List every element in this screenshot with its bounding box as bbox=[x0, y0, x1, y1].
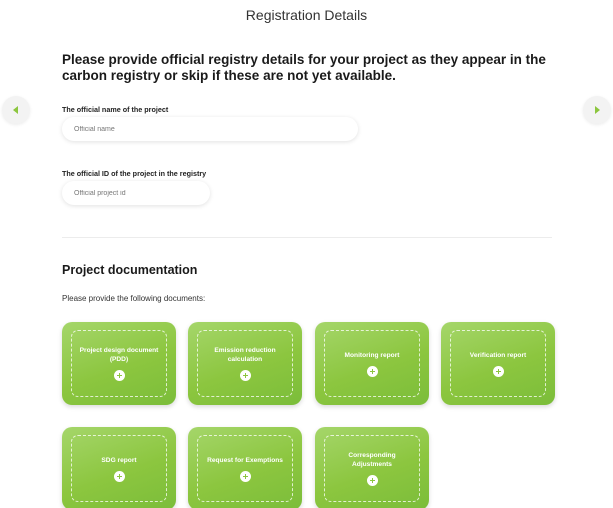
upload-card-label: Monitoring report bbox=[344, 351, 400, 359]
chevron-right-icon bbox=[595, 106, 600, 114]
project-name-input[interactable] bbox=[62, 117, 358, 141]
upload-card-sdg-report[interactable]: SDG report bbox=[62, 427, 176, 508]
previous-step-button[interactable] bbox=[2, 96, 30, 124]
upload-card-corresponding-adjustments[interactable]: Corresponding Adjustments bbox=[315, 427, 429, 508]
upload-card-verification-report[interactable]: Verification report bbox=[441, 322, 555, 405]
section-divider bbox=[62, 237, 552, 238]
dropzone: Corresponding Adjustments bbox=[324, 435, 420, 502]
plus-icon bbox=[239, 470, 251, 482]
plus-icon bbox=[239, 370, 251, 381]
upload-card-request-exemptions[interactable]: Request for Exemptions bbox=[188, 427, 302, 508]
documentation-subtitle: Please provide the following documents: bbox=[62, 294, 206, 303]
plus-icon bbox=[366, 475, 378, 486]
dropzone: Monitoring report bbox=[324, 330, 420, 397]
dropzone: SDG report bbox=[71, 435, 167, 502]
project-id-input[interactable] bbox=[62, 181, 210, 205]
upload-card-pdd[interactable]: Project design document (PDD) bbox=[62, 322, 176, 405]
plus-icon bbox=[113, 370, 125, 381]
chevron-left-icon bbox=[13, 106, 18, 114]
plus-icon bbox=[113, 470, 125, 482]
upload-card-monitoring-report[interactable]: Monitoring report bbox=[315, 322, 429, 405]
dropzone: Emission reduction calculation bbox=[197, 330, 293, 397]
project-id-label: The official ID of the project in the re… bbox=[62, 169, 207, 178]
plus-icon bbox=[492, 365, 504, 377]
registry-heading: Please provide official registry details… bbox=[62, 52, 546, 83]
next-step-button[interactable] bbox=[583, 96, 611, 124]
upload-card-label: Emission reduction calculation bbox=[214, 347, 276, 363]
dropzone: Request for Exemptions bbox=[197, 435, 293, 502]
page-title: Registration Details bbox=[245, 7, 368, 23]
dropzone: Project design document (PDD) bbox=[71, 330, 167, 397]
upload-card-label: Verification report bbox=[469, 351, 527, 359]
project-name-label: The official name of the project bbox=[62, 105, 169, 114]
upload-card-label: Corresponding Adjustments bbox=[348, 452, 396, 468]
upload-card-label: SDG report bbox=[101, 456, 137, 464]
upload-card-label: Request for Exemptions bbox=[207, 456, 283, 464]
plus-icon bbox=[366, 365, 378, 377]
dropzone: Verification report bbox=[450, 330, 546, 397]
upload-card-label: Project design document (PDD) bbox=[79, 347, 159, 363]
upload-card-emission-reduction[interactable]: Emission reduction calculation bbox=[188, 322, 302, 405]
documentation-title: Project documentation bbox=[62, 263, 198, 277]
